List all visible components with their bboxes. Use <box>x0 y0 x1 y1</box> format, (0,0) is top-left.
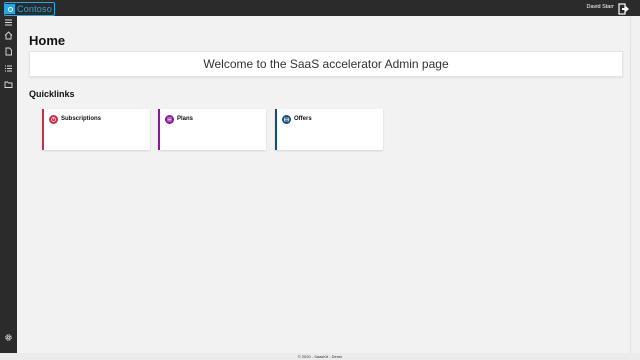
user-name[interactable]: David Starr <box>586 4 614 10</box>
card-accent <box>42 109 44 150</box>
card-label: Subscriptions <box>61 116 102 122</box>
page-title: Home <box>29 33 66 48</box>
card-accent <box>275 109 277 150</box>
quicklink-offers[interactable]: Offers <box>275 109 383 150</box>
plans-icon <box>165 115 174 124</box>
logo-mark-icon <box>5 4 15 14</box>
home-icon[interactable] <box>3 30 14 41</box>
subscriptions-icon <box>49 115 58 124</box>
welcome-banner: Welcome to the SaaS accelerator Admin pa… <box>29 51 623 77</box>
folder-icon[interactable] <box>3 79 14 90</box>
card-label: Plans <box>177 116 194 122</box>
quicklink-subscriptions[interactable]: Subscriptions <box>42 109 150 150</box>
footer-text: © 2020 - SaasKit - Demo <box>297 354 343 359</box>
offers-icon <box>282 115 291 124</box>
gear-icon[interactable] <box>3 332 14 343</box>
contoso-logo[interactable]: Contoso <box>4 2 55 16</box>
logo-text: Contoso <box>17 4 52 14</box>
quicklinks-title: Quicklinks <box>29 89 75 99</box>
list-icon[interactable] <box>3 63 14 74</box>
top-bar: Contoso David Starr <box>0 0 640 16</box>
sign-out-icon[interactable] <box>618 2 630 15</box>
menu-icon[interactable] <box>3 17 14 28</box>
vertical-scrollbar[interactable] <box>630 16 640 354</box>
document-icon[interactable] <box>3 46 14 57</box>
welcome-text: Welcome to the SaaS accelerator Admin pa… <box>203 57 449 71</box>
sidebar <box>0 16 17 354</box>
card-label: Offers <box>294 116 312 122</box>
card-accent <box>158 109 160 150</box>
footer: © 2020 - SaasKit - Demo <box>0 353 640 360</box>
quicklink-plans[interactable]: Plans <box>158 109 266 150</box>
